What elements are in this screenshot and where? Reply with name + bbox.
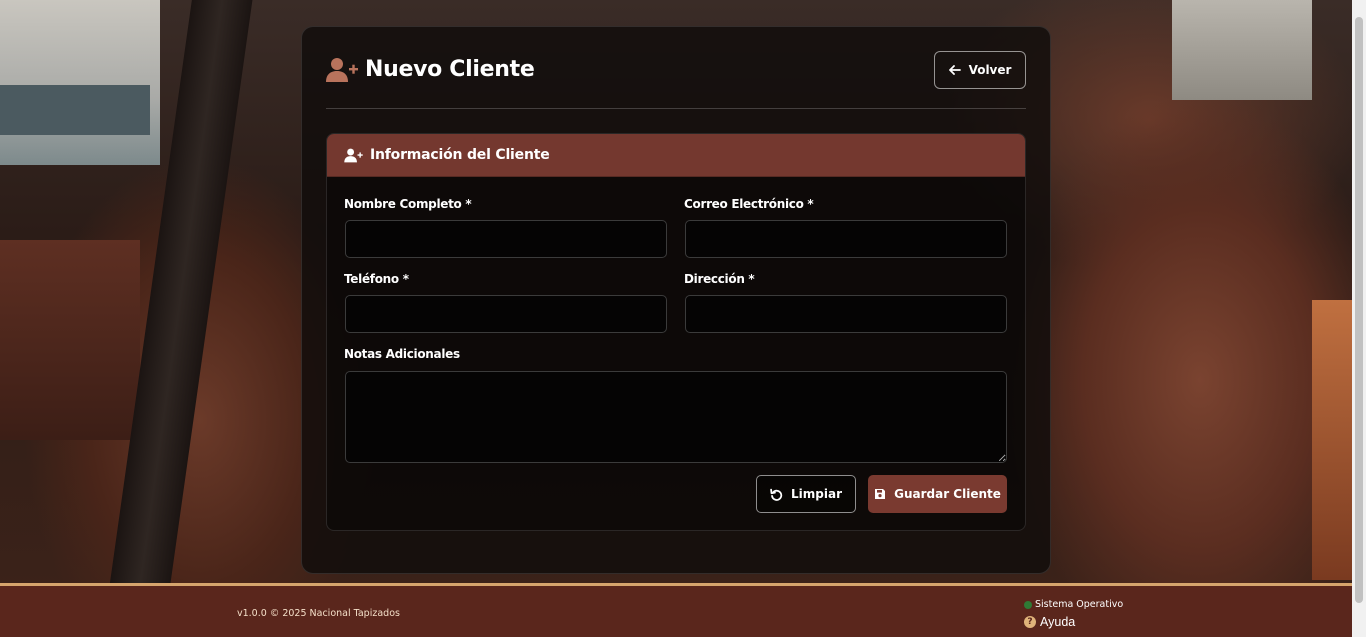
undo-icon [770, 488, 783, 501]
floppy-disk-icon [875, 489, 886, 499]
page-header: Nuevo Cliente Volver [326, 51, 1026, 109]
background-rear-window [1172, 0, 1312, 100]
footer-version: v1.0.0 © 2025 Nacional Tapizados [237, 608, 400, 619]
telefono-input[interactable] [345, 295, 667, 333]
system-status: Sistema Operativo [1024, 599, 1123, 610]
notas-label: Notas Adicionales [344, 347, 460, 361]
save-button-label: Guardar Cliente [894, 487, 1001, 501]
question-circle-icon: ? [1024, 616, 1036, 628]
scrollbar-thumb[interactable] [1355, 17, 1363, 603]
correo-label: Correo Electrónico * [684, 197, 814, 211]
correo-input[interactable] [685, 220, 1007, 258]
page-scrollbar[interactable] [1352, 0, 1366, 637]
help-label: Ayuda [1040, 615, 1076, 629]
telefono-label: Teléfono * [344, 272, 409, 286]
system-status-label: Sistema Operativo [1035, 599, 1124, 610]
save-client-button[interactable]: Guardar Cliente [868, 475, 1007, 513]
help-link[interactable]: ? Ayuda [1024, 615, 1075, 629]
background-door [0, 240, 140, 440]
arrow-left-icon [948, 65, 961, 75]
user-plus-icon [344, 148, 363, 162]
direccion-label: Dirección * [684, 272, 755, 286]
client-info-panel: Información del Cliente Nombre Completo … [326, 133, 1026, 531]
nombre-input[interactable] [345, 220, 667, 258]
panel-title: Información del Cliente [370, 147, 550, 163]
page-title: Nuevo Cliente [365, 57, 535, 82]
direccion-input[interactable] [685, 295, 1007, 333]
background-window [0, 0, 160, 165]
panel-header: Información del Cliente [327, 134, 1025, 177]
clear-button[interactable]: Limpiar [756, 475, 856, 513]
background-seat-edge [1312, 300, 1352, 580]
back-button-label: Volver [968, 63, 1012, 77]
new-client-card: Nuevo Cliente Volver Información del Cli… [301, 26, 1051, 574]
notas-textarea[interactable] [345, 371, 1007, 463]
nombre-label: Nombre Completo * [344, 197, 472, 211]
footer: v1.0.0 © 2025 Nacional Tapizados Sistema… [0, 583, 1352, 637]
status-dot-icon [1024, 600, 1032, 609]
user-plus-icon [326, 58, 358, 82]
back-button[interactable]: Volver [934, 51, 1026, 89]
clear-button-label: Limpiar [791, 487, 842, 501]
